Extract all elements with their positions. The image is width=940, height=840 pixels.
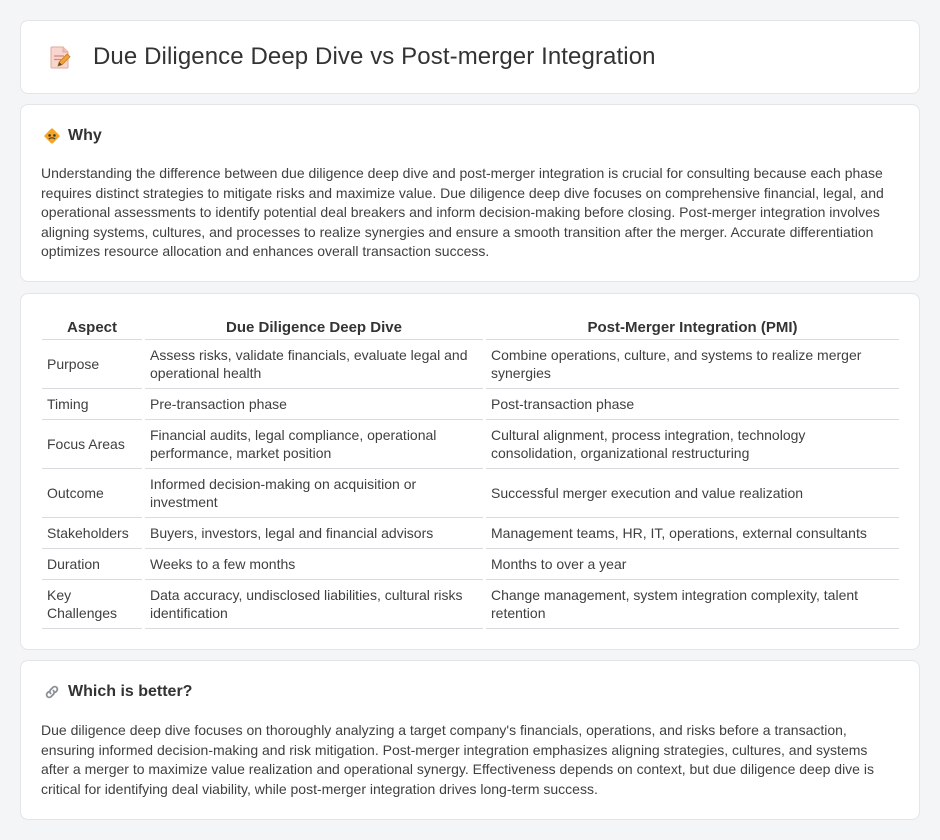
better-text: Due diligence deep dive focuses on thoro… (41, 722, 874, 797)
link-icon (45, 685, 59, 699)
cell-due-diligence: Assess risks, validate financials, evalu… (145, 340, 483, 389)
table-row: Purpose Assess risks, validate financial… (42, 340, 899, 389)
cell-pmi: Management teams, HR, IT, operations, ex… (486, 518, 899, 549)
cell-pmi: Months to over a year (486, 549, 899, 580)
why-title: Why (68, 127, 102, 144)
cell-aspect: Stakeholders (42, 518, 142, 549)
why-section: Why Understanding the difference between… (20, 104, 920, 282)
page-title: Due Diligence Deep Dive vs Post-merger I… (93, 43, 656, 70)
warning-diamond-icon (44, 128, 60, 144)
document-pencil-icon (50, 46, 71, 69)
cell-due-diligence: Informed decision-making on acquisition … (145, 469, 483, 518)
cell-due-diligence: Pre-transaction phase (145, 389, 483, 420)
cell-pmi: Post-transaction phase (486, 389, 899, 420)
cell-pmi: Combine operations, culture, and systems… (486, 340, 899, 389)
table-row: Key Challenges Data accuracy, undisclose… (42, 580, 899, 629)
table-row: Duration Weeks to a few months Months to… (42, 549, 899, 580)
better-section: Which is better? Due diligence deep dive… (20, 660, 920, 820)
why-heading: Why (43, 127, 102, 145)
table-header-row: Aspect Due Diligence Deep Dive Post-Merg… (42, 316, 899, 340)
cell-due-diligence: Financial audits, legal compliance, oper… (145, 420, 483, 469)
table-row: Focus Areas Financial audits, legal comp… (42, 420, 899, 469)
comparison-section: Aspect Due Diligence Deep Dive Post-Merg… (20, 293, 920, 650)
cell-aspect: Purpose (42, 340, 142, 389)
table-row: Stakeholders Buyers, investors, legal an… (42, 518, 899, 549)
cell-pmi: Successful merger execution and value re… (486, 469, 899, 518)
table-row: Outcome Informed decision-making on acqu… (42, 469, 899, 518)
cell-aspect: Outcome (42, 469, 142, 518)
cell-due-diligence: Data accuracy, undisclosed liabilities, … (145, 580, 483, 629)
column-header-due-diligence: Due Diligence Deep Dive (145, 316, 483, 340)
cell-aspect: Key Challenges (42, 580, 142, 629)
table-row: Timing Pre-transaction phase Post-transa… (42, 389, 899, 420)
cell-aspect: Duration (42, 549, 142, 580)
why-text: Understanding the difference between due… (41, 165, 884, 260)
cell-pmi: Cultural alignment, process integration,… (486, 420, 899, 469)
cell-aspect: Focus Areas (42, 420, 142, 469)
better-title: Which is better? (68, 683, 193, 700)
column-header-pmi: Post-Merger Integration (PMI) (486, 316, 899, 340)
cell-aspect: Timing (42, 389, 142, 420)
cell-pmi: Change management, system integration co… (486, 580, 899, 629)
column-header-aspect: Aspect (42, 316, 142, 340)
cell-due-diligence: Weeks to a few months (145, 549, 483, 580)
better-heading: Which is better? (43, 683, 192, 701)
comparison-table: Aspect Due Diligence Deep Dive Post-Merg… (42, 316, 899, 629)
cell-due-diligence: Buyers, investors, legal and financial a… (145, 518, 483, 549)
header-card: Due Diligence Deep Dive vs Post-merger I… (20, 20, 920, 94)
